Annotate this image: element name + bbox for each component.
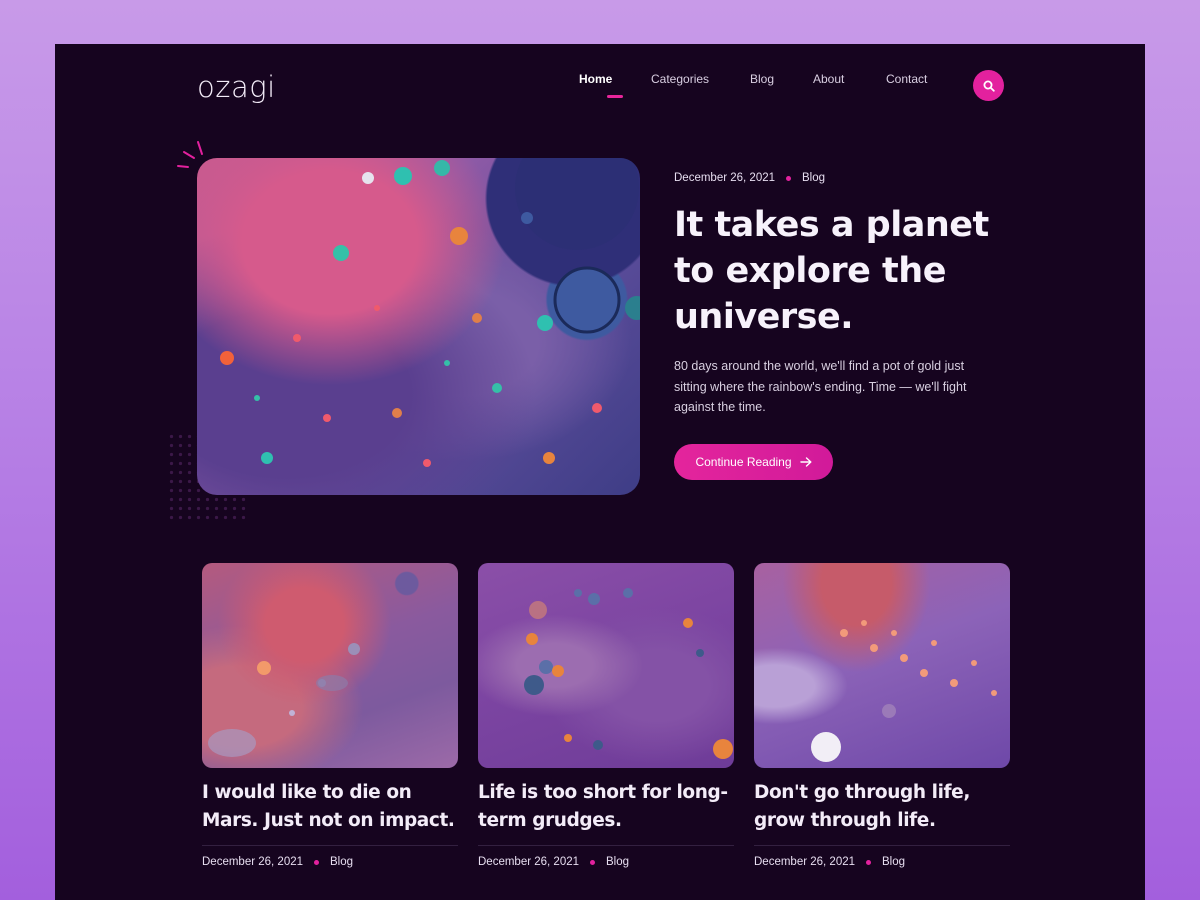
nav-item-blog[interactable]: Blog: [750, 72, 813, 86]
hero-meta: December 26, 2021 Blog: [674, 172, 825, 184]
hero-image-art: [220, 158, 640, 467]
post-meta: December 26, 2021 Blog: [478, 856, 734, 868]
meta-dot: [786, 175, 792, 181]
post-date: December 26, 2021: [202, 856, 304, 868]
hero-description: 80 days around the world, we'll find a p…: [674, 359, 967, 414]
hero-image[interactable]: [197, 158, 640, 495]
post-title[interactable]: Don't go through life, grow through life…: [754, 779, 1010, 841]
post-title[interactable]: Life is too short for long-term grudges.: [478, 779, 734, 841]
nav-item-contact[interactable]: Contact: [886, 72, 956, 86]
post-title[interactable]: I would like to die on Mars. Just not on…: [202, 779, 458, 841]
continue-reading-button[interactable]: Continue Reading: [674, 444, 833, 480]
post-divider: [202, 845, 458, 846]
post-image[interactable]: [478, 563, 734, 768]
post-image[interactable]: [754, 563, 1010, 768]
meta-dot: [314, 859, 320, 865]
post-divider: [478, 845, 734, 846]
post-date: December 26, 2021: [754, 856, 856, 868]
post-card[interactable]: I would like to die on Mars. Just not on…: [202, 563, 458, 868]
nav-item-home[interactable]: Home: [579, 72, 651, 98]
post-category[interactable]: Blog: [606, 856, 629, 868]
post-category[interactable]: Blog: [882, 856, 905, 868]
logo[interactable]: ozagi: [197, 70, 276, 104]
search-button[interactable]: [973, 70, 1004, 101]
post-card[interactable]: Don't go through life, grow through life…: [754, 563, 1010, 868]
main-nav: Home Categories Blog About Contact: [579, 72, 956, 98]
meta-dot: [590, 859, 596, 865]
post-date: December 26, 2021: [478, 856, 580, 868]
post-image-art: [524, 588, 733, 759]
hero-title[interactable]: It takes a planet to explore the univers…: [674, 202, 994, 340]
search-icon: [983, 80, 995, 92]
hero-category[interactable]: Blog: [802, 172, 825, 184]
meta-dot: [866, 859, 872, 865]
post-category[interactable]: Blog: [330, 856, 353, 868]
nav-item-categories[interactable]: Categories: [651, 72, 750, 86]
post-image-art: [811, 620, 997, 762]
post-meta: December 26, 2021 Blog: [754, 856, 1010, 868]
arrow-right-icon: [799, 457, 812, 467]
nav-item-about[interactable]: About: [813, 72, 886, 86]
hero-date: December 26, 2021: [674, 172, 776, 184]
post-card[interactable]: Life is too short for long-term grudges.…: [478, 563, 734, 868]
post-image-art: [208, 577, 408, 757]
post-image[interactable]: [202, 563, 458, 768]
page-frame: ozagi Home Categories Blog About Contact: [55, 44, 1145, 900]
post-meta: December 26, 2021 Blog: [202, 856, 458, 868]
post-divider: [754, 845, 1010, 846]
continue-reading-label: Continue Reading: [695, 455, 792, 469]
